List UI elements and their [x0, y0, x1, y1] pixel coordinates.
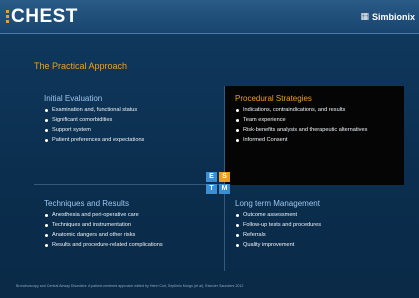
- list-item: Examination and, functional status: [44, 107, 214, 114]
- list-item: Patient preferences and expectations: [44, 137, 214, 144]
- list-item: Indications, contraindications, and resu…: [235, 107, 394, 114]
- bullet-list: Outcome assessment Follow-up tests and p…: [235, 212, 394, 249]
- list-item: Results and procedure-related complicati…: [44, 242, 214, 249]
- header-bar: CHEST ▦ Simbionix: [0, 0, 419, 34]
- quadrant-techniques-and-results: Techniques and Results Anesthesia and pe…: [34, 185, 225, 271]
- badge-e: E: [206, 172, 217, 182]
- brand-title: CHEST: [11, 6, 78, 27]
- list-item: Outcome assessment: [235, 212, 394, 219]
- quadrant-long-term-management: Long term Management Outcome assessment …: [225, 185, 404, 271]
- slide: CHEST ▦ Simbionix The Practical Approach…: [0, 0, 419, 298]
- building-icon: ▦: [360, 11, 369, 21]
- badge-m: M: [219, 184, 230, 194]
- quadrant-title: Techniques and Results: [44, 199, 129, 208]
- bullet-list: Anesthesia and peri-operative care Techn…: [44, 212, 214, 249]
- quadrant-initial-evaluation: Initial Evaluation Examination and, func…: [34, 86, 225, 185]
- quadrant-title: Initial Evaluation: [44, 94, 103, 103]
- sponsor-logo: ▦ Simbionix: [360, 11, 415, 22]
- badge-t: T: [206, 184, 217, 194]
- sponsor-name: Simbionix: [371, 11, 415, 22]
- brand-stripe-icon: [6, 10, 9, 24]
- bullet-list: Indications, contraindications, and resu…: [235, 107, 394, 144]
- list-item: Follow-up tests and procedures: [235, 222, 394, 229]
- section-title: The Practical Approach: [34, 61, 128, 71]
- quadrant-title: Long term Management: [235, 199, 320, 208]
- list-item: Support system: [44, 127, 214, 134]
- quadrant-title: Procedural Strategies: [235, 94, 312, 103]
- list-item: Informed Consent: [235, 137, 394, 144]
- list-item: Techniques and instrumentation: [44, 222, 214, 229]
- quadrant-procedural-strategies: Procedural Strategies Indications, contr…: [225, 86, 404, 185]
- list-item: Risk-benefits analysis and therapeutic a…: [235, 127, 394, 134]
- list-item: Quality improvement: [235, 242, 394, 249]
- bullet-list: Examination and, functional status Signi…: [44, 107, 214, 144]
- list-item: Anatomic dangers and other risks: [44, 232, 214, 239]
- badge-s: S: [219, 172, 230, 182]
- citation-footer: Bronchoscopy and Central Airway Disorder…: [16, 284, 244, 288]
- list-item: Team experience: [235, 117, 394, 124]
- list-item: Significant comorbidities: [44, 117, 214, 124]
- list-item: Referrals: [235, 232, 394, 239]
- list-item: Anesthesia and peri-operative care: [44, 212, 214, 219]
